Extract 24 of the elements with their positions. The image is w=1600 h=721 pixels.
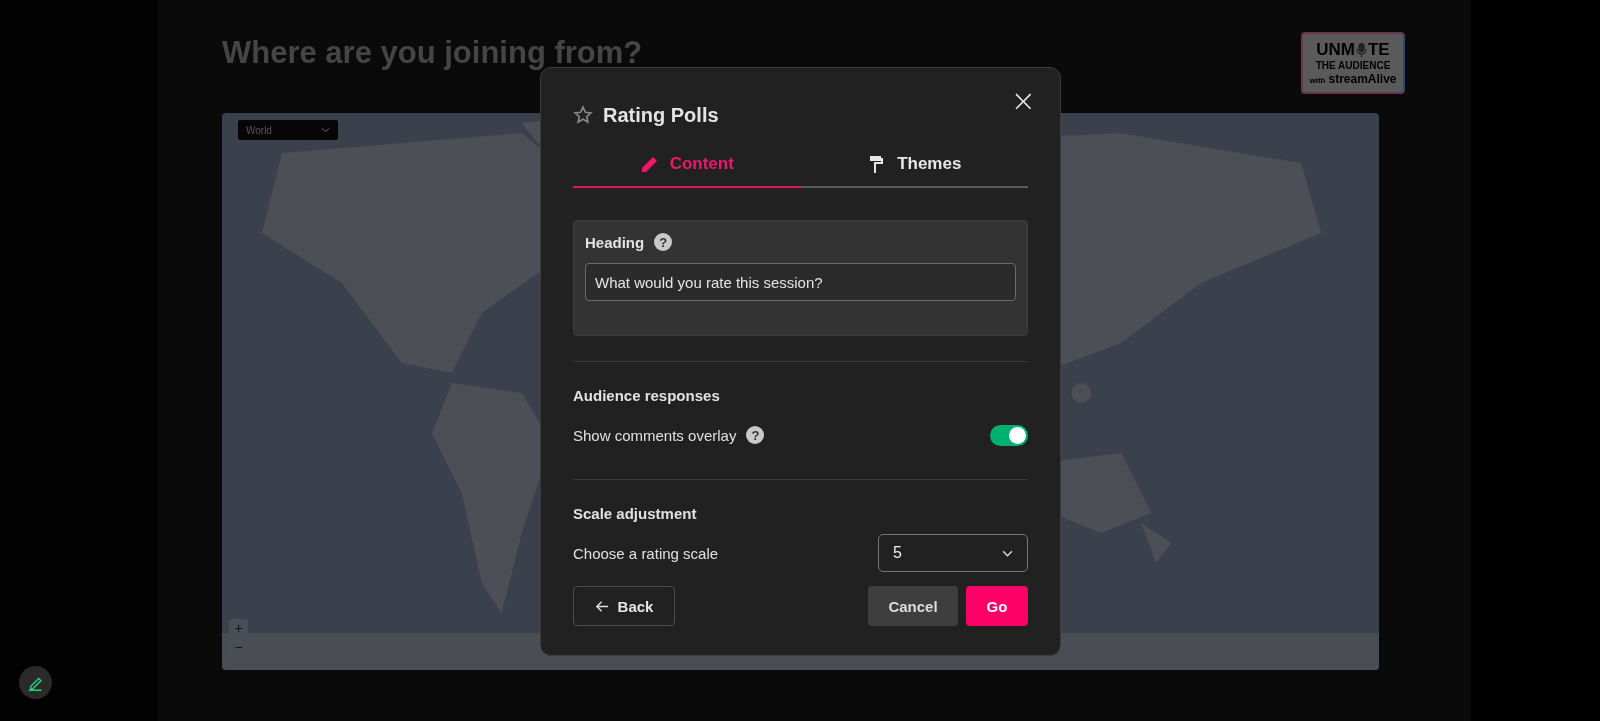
go-button[interactable]: Go [966, 586, 1028, 626]
logo: UNM TE THE AUDIENCE with streamAlive [1301, 32, 1405, 94]
cancel-button[interactable]: Cancel [868, 586, 958, 626]
close-button[interactable]: × [1006, 86, 1040, 116]
tab[interactable]: Themes [800, 148, 1028, 188]
microphone-icon [1356, 41, 1367, 58]
section-title: Audience responses [573, 387, 721, 404]
setting-label: Choose a rating scale [573, 544, 719, 562]
rating-scale-dropdown[interactable]: 5 [878, 534, 1028, 572]
help-icon[interactable]: ? [654, 233, 673, 251]
help-icon[interactable]: ? [746, 426, 765, 444]
chevron-down-icon [321, 127, 330, 133]
heading-label: Heading [585, 233, 645, 251]
toggle-switch[interactable] [990, 424, 1028, 446]
setting-label: Show comments overlay [573, 426, 737, 444]
heading-input[interactable]: What would you rate this session? [585, 263, 1016, 301]
dialog-title: Rating Polls [603, 103, 719, 127]
page-title: Where are you joining from? [222, 35, 643, 71]
star-icon [573, 105, 593, 125]
tab[interactable]: Content [573, 148, 801, 188]
section-title: Scale adjustment [573, 505, 698, 522]
chevron-down-icon [1002, 549, 1013, 557]
back-button[interactable]: Back [573, 586, 675, 626]
pencil-icon [639, 154, 660, 174]
